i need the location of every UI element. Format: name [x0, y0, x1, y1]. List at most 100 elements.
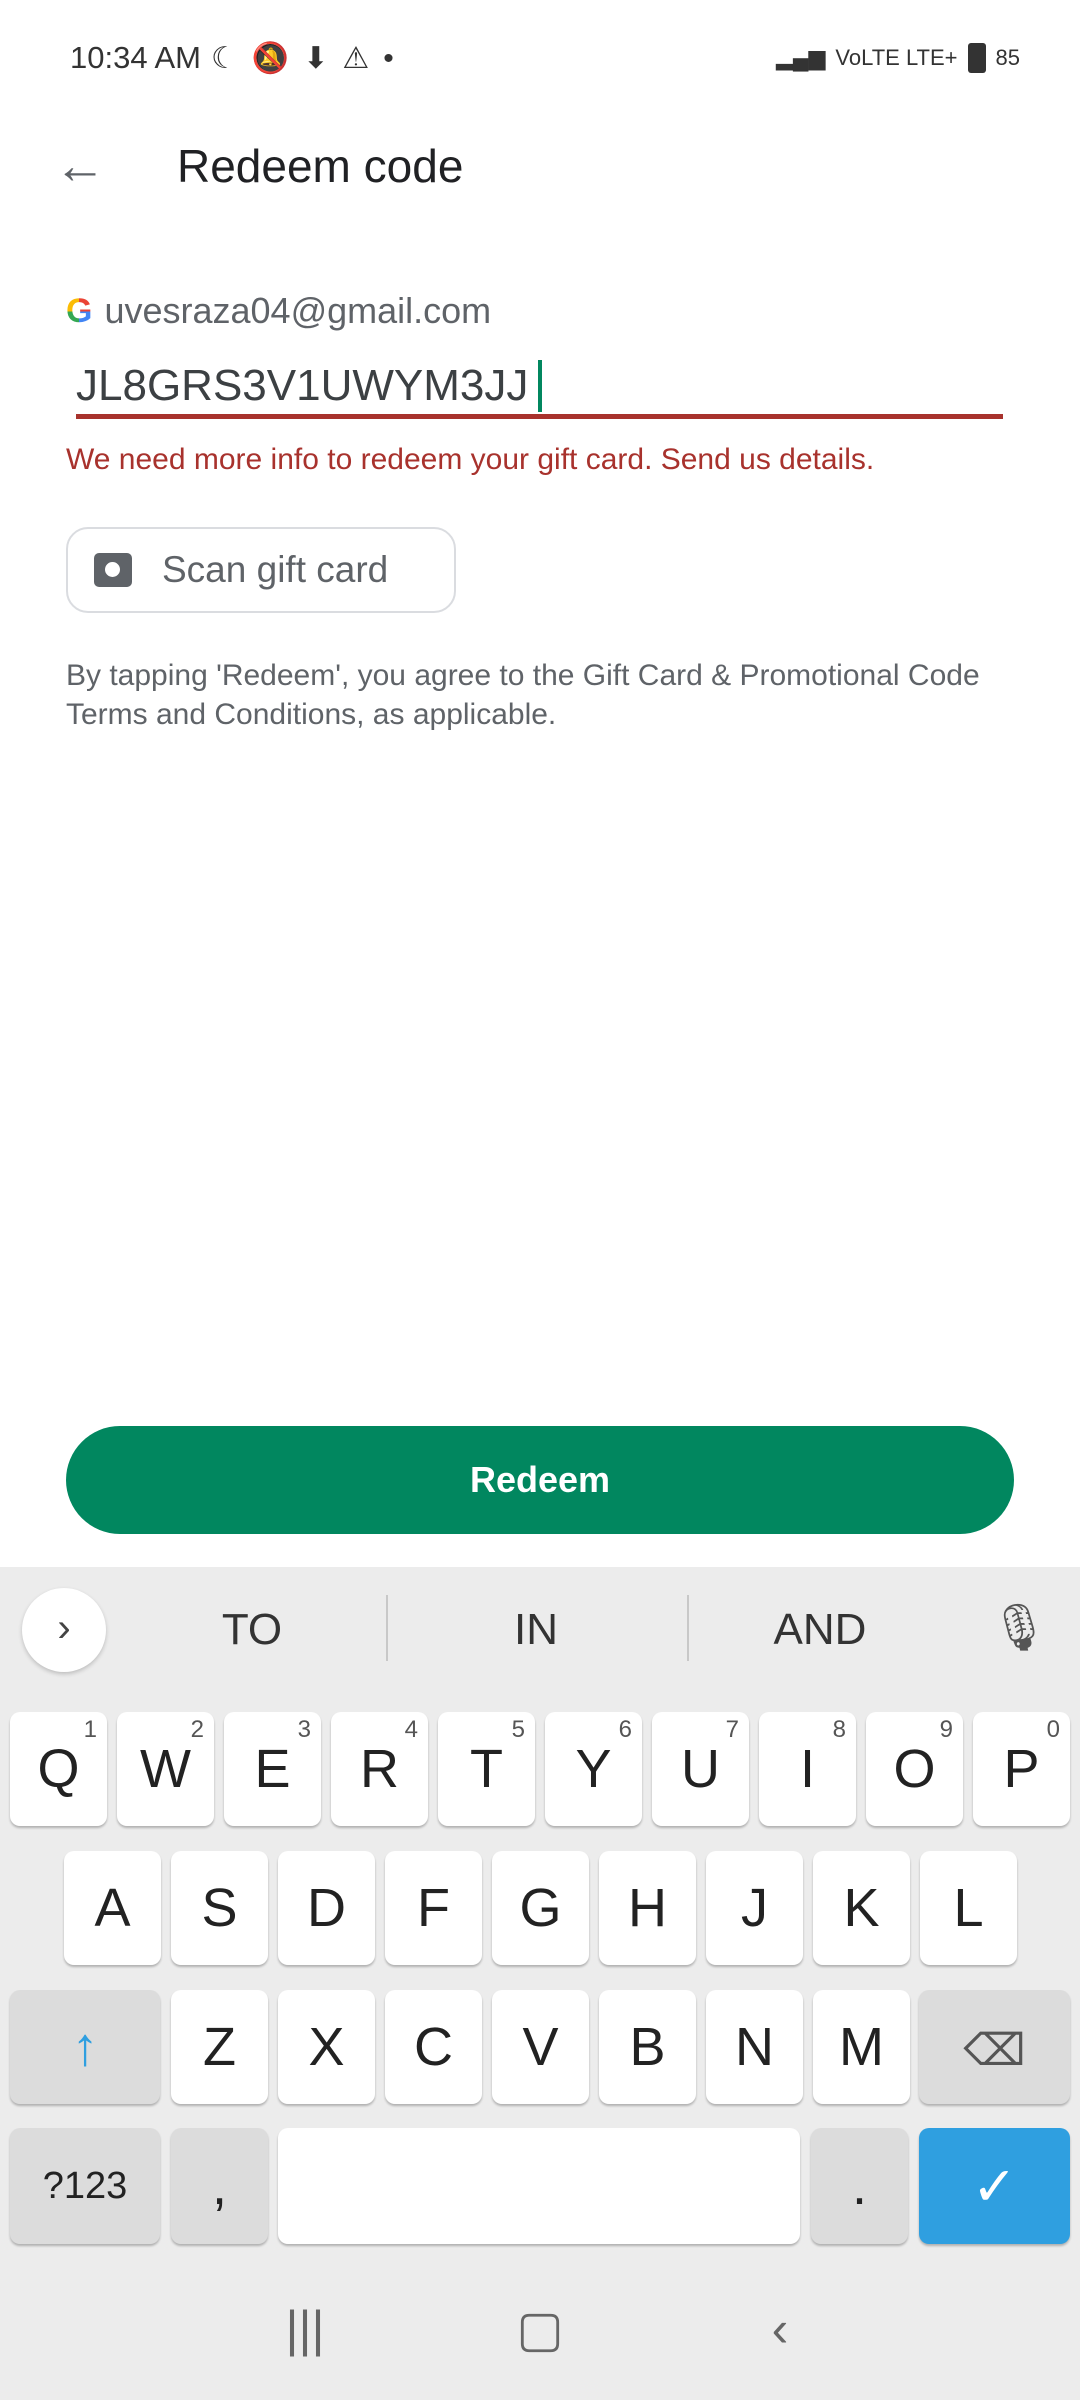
key-t-label: T	[470, 1739, 503, 1799]
key-g-label: G	[519, 1878, 562, 1938]
key-s[interactable]: S	[171, 1851, 268, 1965]
key-m-label: M	[839, 2017, 884, 2077]
chevron-right-icon[interactable]: ›	[22, 1588, 106, 1672]
bell-off-icon: 🔕	[251, 41, 304, 75]
period-key[interactable]: .	[811, 2128, 908, 2244]
suggestion[interactable]: IN	[411, 1600, 661, 1660]
key-k-label: K	[843, 1878, 880, 1938]
key-q-label: Q	[37, 1739, 80, 1799]
system-icons: ▂▄▆ VoLTE LTE+ 85	[776, 43, 1020, 73]
key-v[interactable]: V	[492, 1990, 589, 2104]
key-c-label: C	[414, 2017, 453, 2077]
clock: 10:34 AM	[70, 40, 201, 75]
key-l-label: L	[953, 1878, 984, 1938]
enter-key-label: ✓	[971, 2156, 1018, 2217]
terms-text: By tapping 'Redeem', you agree to the Gi…	[66, 659, 980, 731]
home-icon[interactable]: ▢	[490, 2300, 590, 2370]
divider	[687, 1595, 689, 1661]
key-hint: 3	[297, 1716, 311, 1743]
camera-icon	[94, 553, 132, 587]
battery-level: 85	[995, 45, 1020, 70]
key-j[interactable]: J	[706, 1851, 803, 1965]
key-c[interactable]: C	[385, 1990, 482, 2104]
key-x-label: X	[308, 2017, 345, 2077]
key-q[interactable]: Q1	[10, 1712, 107, 1826]
backspace-key[interactable]: ⌫	[919, 1990, 1070, 2104]
key-z[interactable]: Z	[171, 1990, 268, 2104]
key-hint: 8	[832, 1716, 846, 1743]
key-s-label: S	[201, 1878, 238, 1938]
shift-key-label: ↑	[71, 2017, 99, 2077]
key-a-label: A	[94, 1878, 131, 1938]
battery-icon	[967, 43, 986, 73]
key-b[interactable]: B	[599, 1990, 696, 2104]
key-f-label: F	[417, 1878, 450, 1938]
key-n[interactable]: N	[706, 1990, 803, 2104]
key-j-label: J	[741, 1878, 768, 1938]
key-r-label: R	[360, 1739, 399, 1799]
key-w-label: W	[140, 1739, 191, 1799]
key-d[interactable]: D	[278, 1851, 375, 1965]
key-hint: 0	[1046, 1716, 1060, 1743]
key-p[interactable]: P0	[973, 1712, 1070, 1826]
microphone-icon[interactable]: 🎙	[990, 1600, 1048, 1660]
key-o[interactable]: O9	[866, 1712, 963, 1826]
key-i[interactable]: I8	[759, 1712, 856, 1826]
key-hint: 5	[511, 1716, 525, 1743]
key-hint: 2	[190, 1716, 204, 1743]
key-i-label: I	[799, 1739, 815, 1799]
key-k[interactable]: K	[813, 1851, 910, 1965]
recent-apps-icon[interactable]: |||	[255, 2300, 355, 2370]
key-x[interactable]: X	[278, 1990, 375, 2104]
key-f[interactable]: F	[385, 1851, 482, 1965]
suggestion[interactable]: TO	[127, 1600, 377, 1660]
key-e-label: E	[254, 1739, 291, 1799]
key-u[interactable]: U7	[652, 1712, 749, 1826]
key-p-label: P	[1003, 1739, 1040, 1799]
warning-icon: ⚠	[342, 41, 384, 75]
error-message[interactable]: We need more info to redeem your gift ca…	[66, 440, 874, 480]
key-hint: 6	[618, 1716, 632, 1743]
space-key[interactable]	[278, 2128, 800, 2244]
key-a[interactable]: A	[64, 1851, 161, 1965]
symbols-key[interactable]: ?123	[10, 2128, 160, 2244]
shift-key[interactable]: ↑	[10, 1990, 160, 2104]
code-input[interactable]: JL8GRS3V1UWYM3JJ	[76, 356, 543, 416]
enter-key[interactable]: ✓	[919, 2128, 1070, 2244]
input-underline	[76, 414, 1003, 419]
key-hint: 7	[725, 1716, 739, 1743]
key-o-label: O	[893, 1739, 936, 1799]
scan-label: Scan gift card	[162, 549, 389, 590]
symbols-key-label: ?123	[42, 2164, 128, 2207]
period-key-label: .	[851, 2156, 867, 2216]
network-type: VoLTE LTE+	[835, 45, 958, 70]
key-n-label: N	[735, 2017, 774, 2077]
google-logo-icon: G	[66, 291, 93, 330]
key-l[interactable]: L	[920, 1851, 1017, 1965]
key-u-label: U	[681, 1739, 720, 1799]
key-hint: 1	[83, 1716, 97, 1743]
comma-key[interactable]: ,	[171, 2128, 268, 2244]
code-value: JL8GRS3V1UWYM3JJ	[76, 361, 529, 410]
nav-back-icon[interactable]: ‹	[730, 2300, 830, 2370]
account-row: G uvesraza04@gmail.com	[66, 286, 491, 336]
key-e[interactable]: E3	[224, 1712, 321, 1826]
key-w[interactable]: W2	[117, 1712, 214, 1826]
notification-icons: ☾🔕⬇⚠•	[210, 41, 408, 75]
key-y-label: Y	[575, 1739, 612, 1799]
key-y[interactable]: Y6	[545, 1712, 642, 1826]
status-bar: 10:34 AM ☾🔕⬇⚠• ▂▄▆ VoLTE LTE+ 85	[70, 30, 1020, 86]
suggestion[interactable]: AND	[695, 1600, 945, 1660]
key-h[interactable]: H	[599, 1851, 696, 1965]
comma-key-label: ,	[211, 2156, 227, 2216]
page-title: Redeem code	[177, 140, 464, 192]
divider	[386, 1595, 388, 1661]
key-r[interactable]: R4	[331, 1712, 428, 1826]
key-t[interactable]: T5	[438, 1712, 535, 1826]
back-arrow-icon[interactable]: ←	[50, 136, 110, 196]
redeem-button[interactable]: Redeem	[66, 1426, 1014, 1534]
scan-gift-card-button[interactable]: Scan gift card	[66, 527, 456, 613]
key-g[interactable]: G	[492, 1851, 589, 1965]
key-h-label: H	[628, 1878, 667, 1938]
key-m[interactable]: M	[813, 1990, 910, 2104]
